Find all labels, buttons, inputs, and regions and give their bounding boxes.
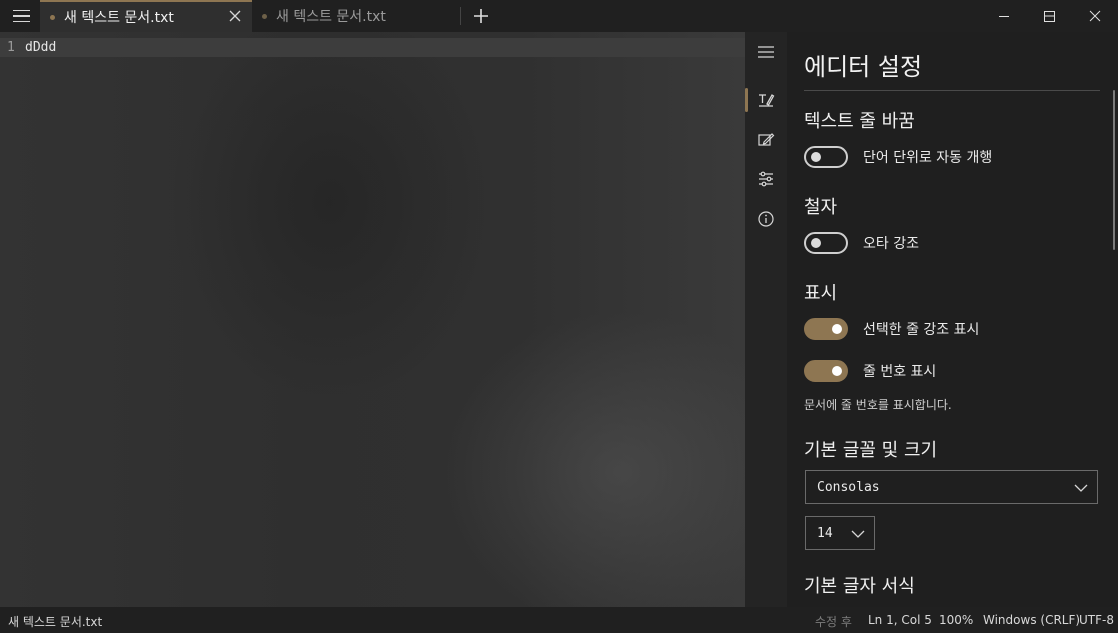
section-text-wrap: 텍스트 줄 바꿈 <box>804 111 915 132</box>
text-edit-icon[interactable] <box>745 82 787 118</box>
menu-icon[interactable] <box>6 0 36 32</box>
note-edit-icon[interactable] <box>745 122 787 158</box>
title-bar: 새 텍스트 문서.txt 새 텍스트 문서.txt <box>0 0 1118 32</box>
highlight-line-label: 선택한 줄 강조 표시 <box>863 322 980 338</box>
section-spelling: 철자 <box>804 197 838 218</box>
tab-inactive[interactable]: 새 텍스트 문서.txt <box>252 0 457 32</box>
tab-title: 새 텍스트 문서.txt <box>64 10 174 26</box>
status-position[interactable]: Ln 1, Col 5 <box>868 613 932 627</box>
spelling-toggle-row[interactable]: 오타 강조 <box>804 231 919 255</box>
status-file-name: 새 텍스트 문서.txt <box>8 615 103 629</box>
status-bar: 새 텍스트 문서.txt 수정 후 Ln 1, Col 5 100% Windo… <box>0 607 1118 633</box>
sliders-icon[interactable] <box>745 161 787 197</box>
unsaved-dot-icon <box>262 13 267 19</box>
close-window-icon[interactable] <box>1072 0 1118 32</box>
chevron-down-icon <box>1074 484 1088 492</box>
minimize-button-icon[interactable] <box>980 0 1026 32</box>
highlight-line-toggle-row[interactable]: 선택한 줄 강조 표시 <box>804 317 979 341</box>
tab-active[interactable]: 새 텍스트 문서.txt <box>40 0 252 32</box>
line-numbers-description: 문서에 줄 번호를 표시합니다. <box>804 398 952 412</box>
panel-title: 에디터 설정 <box>804 53 923 81</box>
section-font: 기본 글꼴 및 크기 <box>804 440 938 461</box>
close-tab-icon[interactable] <box>228 9 242 23</box>
line-numbers-toggle[interactable] <box>804 360 848 382</box>
settings-menu-icon[interactable] <box>745 34 787 70</box>
editor-area[interactable]: 1 dDdd <box>0 32 745 607</box>
font-size-value: 14 <box>817 525 833 541</box>
status-line-ending[interactable]: Windows (CRLF) <box>983 613 1080 627</box>
tab-title: 새 텍스트 문서.txt <box>276 9 386 25</box>
line-number: 1 <box>7 40 15 55</box>
section-format: 기본 글자 서식 <box>804 576 915 597</box>
unsaved-dot-icon <box>50 14 55 20</box>
editor-text[interactable]: dDdd <box>25 40 56 55</box>
status-zoom[interactable]: 100% <box>939 613 973 627</box>
line-numbers-toggle-row[interactable]: 줄 번호 표시 <box>804 359 936 383</box>
spelling-toggle[interactable] <box>804 232 848 254</box>
font-family-select[interactable]: Consolas <box>805 470 1098 504</box>
font-size-select[interactable]: 14 <box>805 516 875 550</box>
divider <box>804 90 1100 91</box>
info-icon[interactable] <box>745 201 787 237</box>
spelling-label: 오타 강조 <box>863 236 919 252</box>
highlight-line-toggle[interactable] <box>804 318 848 340</box>
font-family-value: Consolas <box>817 479 880 495</box>
current-line-highlight <box>0 38 745 57</box>
editor-settings-panel: 에디터 설정 텍스트 줄 바꿈 단어 단위로 자동 개행 철자 오타 강조 표시… <box>787 32 1118 607</box>
scrollbar[interactable] <box>1113 90 1115 250</box>
word-wrap-label: 단어 단위로 자동 개행 <box>863 150 993 166</box>
settings-nav-rail <box>745 32 787 607</box>
line-numbers-label: 줄 번호 표시 <box>863 364 937 380</box>
tab-divider <box>460 7 461 25</box>
chevron-down-icon <box>851 530 865 538</box>
new-tab-icon[interactable] <box>470 4 492 28</box>
word-wrap-toggle-row[interactable]: 단어 단위로 자동 개행 <box>804 145 992 169</box>
status-encoding[interactable]: UTF-8 <box>1079 613 1114 627</box>
maximize-icon[interactable] <box>1026 0 1072 32</box>
section-display: 표시 <box>804 283 838 304</box>
status-modified: 수정 후 <box>815 615 852 629</box>
word-wrap-toggle[interactable] <box>804 146 848 168</box>
